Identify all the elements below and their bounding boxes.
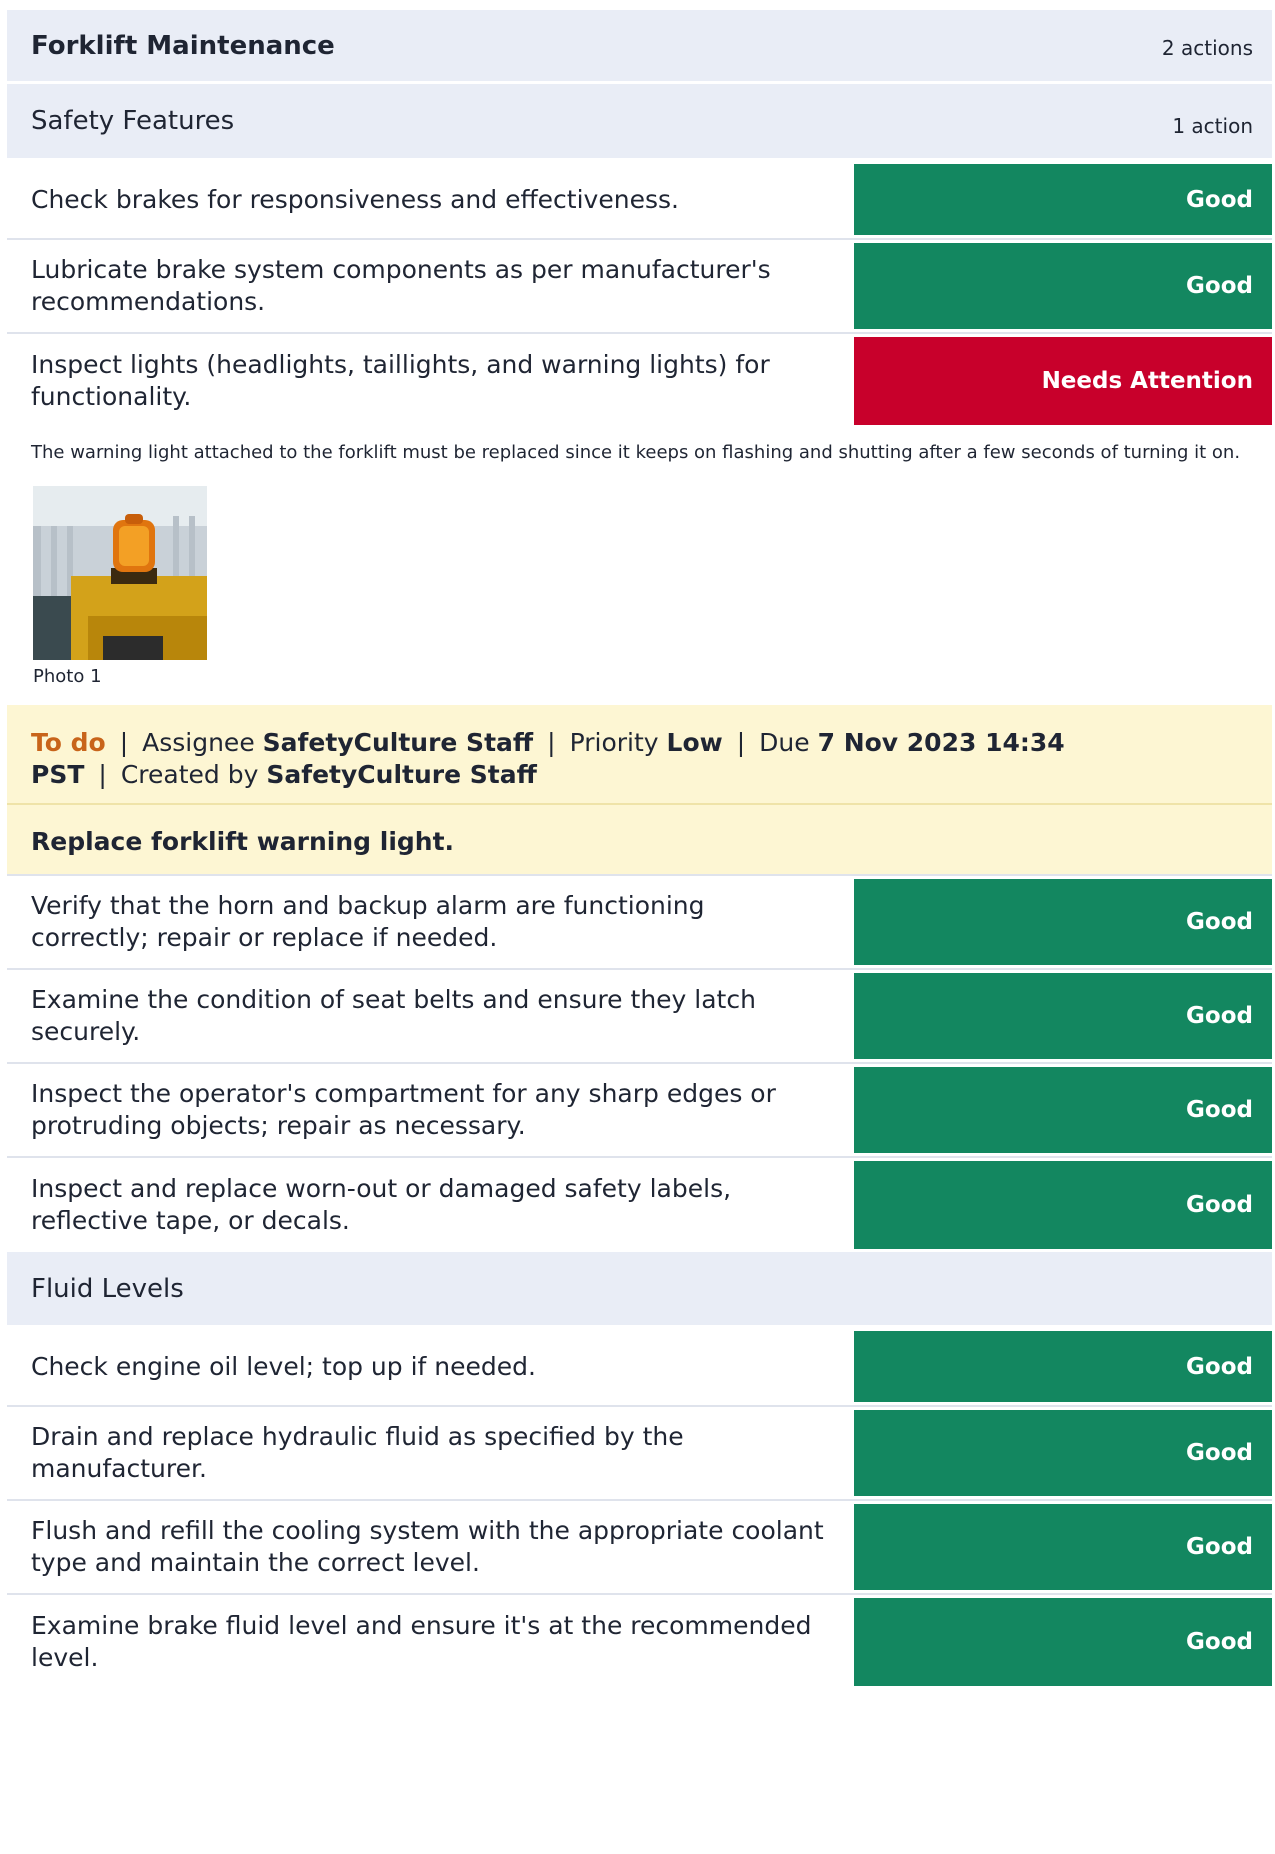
separator: |: [98, 760, 107, 789]
question-text: Inspect and replace worn-out or damaged …: [31, 1174, 732, 1235]
subsection-action-count: 1 action: [1172, 114, 1253, 138]
separator: |: [119, 728, 129, 757]
question-text: Inspect the operator's compartment for a…: [31, 1079, 776, 1140]
response-badge-good[interactable]: Good: [854, 1410, 1272, 1496]
response-badge-good[interactable]: Good: [854, 1161, 1272, 1249]
created-by-label: Created by: [120, 760, 259, 789]
response-badge-good[interactable]: Good: [854, 1598, 1272, 1686]
priority-label: Priority: [569, 728, 659, 757]
question-text: Verify that the horn and backup alarm ar…: [31, 891, 705, 952]
section-header: Forklift Maintenance 2 actions: [7, 10, 1272, 84]
subsection-title: Safety Features: [31, 106, 235, 136]
question-text: Inspect lights (headlights, taillights, …: [31, 350, 770, 411]
action-meta: To do | Assignee SafetyCulture Staff | Prior…: [7, 705, 1272, 805]
question-text: Flush and refill the cooling system with…: [31, 1516, 824, 1577]
checklist-row-flagged: Inspect lights (headlights, taillights, …: [7, 334, 1272, 428]
response-badge-good[interactable]: Good: [854, 164, 1272, 235]
action-title: Replace forklift warning light.: [31, 827, 455, 856]
response-badge-good[interactable]: Good: [854, 1067, 1272, 1153]
photo-attachment: [7, 464, 1272, 660]
response-badge-good[interactable]: Good: [854, 1504, 1272, 1590]
created-by-value: SafetyCulture Staff: [266, 760, 537, 789]
assignee-value: SafetyCulture Staff: [262, 728, 534, 757]
checklist-row: Inspect the operator's compartment for a…: [7, 1064, 1272, 1158]
response-badge-needs-attention[interactable]: Needs Attention: [854, 337, 1272, 425]
question-text: Examine the condition of seat belts and …: [31, 985, 756, 1046]
response-badge-good[interactable]: Good: [854, 243, 1272, 329]
checklist-row: Examine the condition of seat belts and …: [7, 970, 1272, 1064]
subsection-header-safety: Safety Features 1 action: [7, 84, 1272, 161]
separator: |: [736, 728, 746, 757]
checklist-row: Check brakes for responsiveness and effe…: [7, 161, 1272, 240]
inspection-note: The warning light attached to the forkli…: [31, 442, 1241, 463]
warning-light-photo[interactable]: [33, 486, 207, 660]
checklist-row: Verify that the horn and backup alarm ar…: [7, 876, 1272, 970]
question-text: Check engine oil level; top up if needed…: [31, 1351, 536, 1381]
warning-light-image: [33, 486, 207, 660]
response-badge-good[interactable]: Good: [854, 1331, 1272, 1402]
assignee-label: Assignee: [142, 728, 255, 757]
photo-caption: Photo 1: [33, 666, 102, 687]
action-card[interactable]: To do | Assignee SafetyCulture Staff | Prior…: [7, 705, 1272, 874]
response-badge-good[interactable]: Good: [854, 879, 1272, 965]
question-text: Examine brake fluid level and ensure it'…: [31, 1611, 812, 1672]
report-page: Forklift Maintenance 2 actions Safety Fe…: [7, 0, 1272, 1689]
checklist-row: Inspect and replace worn-out or damaged …: [7, 1158, 1272, 1252]
checklist-row: Examine brake fluid level and ensure it'…: [7, 1595, 1272, 1689]
question-text: Lubricate brake system components as per…: [31, 255, 771, 316]
checklist-row: Lubricate brake system components as per…: [7, 240, 1272, 334]
due-label: Due: [759, 728, 810, 757]
section-title: Forklift Maintenance: [31, 30, 335, 61]
priority-value: Low: [666, 728, 723, 757]
separator: |: [547, 728, 556, 757]
section-action-count: 2 actions: [1161, 36, 1253, 60]
checklist-row: Check engine oil level; top up if needed…: [7, 1328, 1272, 1407]
question-text: Check brakes for responsiveness and effe…: [31, 184, 679, 214]
checklist-row: Drain and replace hydraulic fluid as spe…: [7, 1407, 1272, 1501]
checklist-row: Flush and refill the cooling system with…: [7, 1501, 1272, 1595]
action-status: To do: [31, 728, 106, 757]
response-badge-good[interactable]: Good: [854, 973, 1272, 1059]
subsection-title: Fluid Levels: [31, 1273, 184, 1304]
question-text: Drain and replace hydraulic fluid as spe…: [31, 1422, 684, 1483]
subsection-header-fluid: Fluid Levels: [7, 1252, 1272, 1328]
